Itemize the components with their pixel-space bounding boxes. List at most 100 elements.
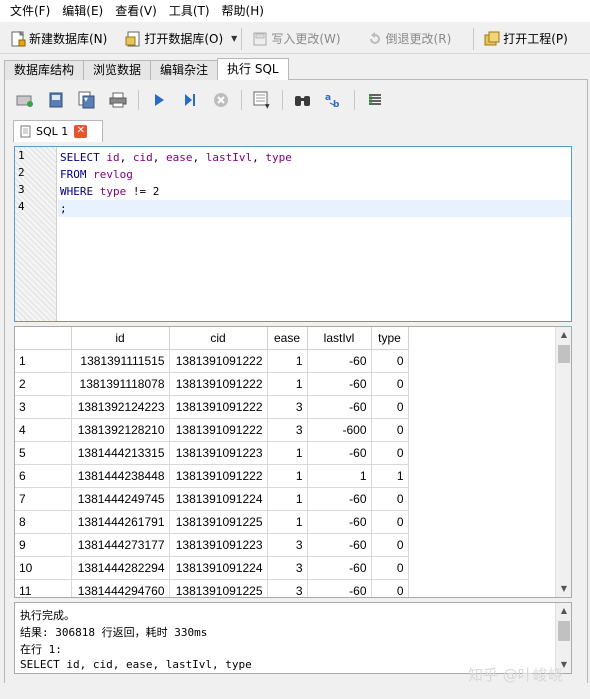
- open-project-button[interactable]: 打开工程(P): [478, 26, 574, 52]
- table-cell[interactable]: 1: [371, 464, 409, 488]
- table-row[interactable]: 10 1381444282294 1381391091224 3 -60 0: [15, 556, 409, 580]
- table-cell[interactable]: 1381444238448: [71, 464, 170, 488]
- new-database-button[interactable]: 新建数据库(N): [4, 26, 113, 52]
- table-cell[interactable]: 1: [267, 372, 308, 396]
- table-row[interactable]: 8 1381444261791 1381391091225 1 -60 0: [15, 510, 409, 534]
- table-cell[interactable]: 1381391091222: [169, 464, 268, 488]
- scroll-up-icon[interactable]: ▲: [556, 327, 571, 343]
- table-cell[interactable]: 0: [371, 349, 409, 373]
- row-header-corner[interactable]: [15, 327, 72, 350]
- row-number[interactable]: 1: [15, 349, 72, 373]
- scrollbar-thumb[interactable]: [558, 621, 570, 641]
- log-scrollbar[interactable]: ▲ ▼: [555, 603, 571, 673]
- table-cell[interactable]: 1: [267, 464, 308, 488]
- open-sql-file-button[interactable]: [45, 89, 67, 111]
- scroll-down-icon[interactable]: ▼: [556, 581, 571, 597]
- find-replace-button[interactable]: ab: [323, 89, 345, 111]
- table-cell[interactable]: 3: [267, 533, 308, 557]
- table-cell[interactable]: -60: [307, 510, 372, 534]
- table-cell[interactable]: 0: [371, 556, 409, 580]
- table-cell[interactable]: 0: [371, 579, 409, 597]
- table-row[interactable]: 6 1381444238448 1381391091222 1 1 1: [15, 464, 409, 488]
- row-number[interactable]: 11: [15, 579, 72, 597]
- table-cell[interactable]: -60: [307, 556, 372, 580]
- row-number[interactable]: 2: [15, 372, 72, 396]
- table-cell[interactable]: 0: [371, 487, 409, 511]
- table-cell[interactable]: 1381391091224: [169, 556, 268, 580]
- close-tab-icon[interactable]: ✕: [74, 125, 88, 138]
- table-cell[interactable]: 0: [371, 441, 409, 465]
- table-row[interactable]: 7 1381444249745 1381391091224 1 -60 0: [15, 487, 409, 511]
- tab-execute-sql[interactable]: 执行 SQL: [217, 58, 289, 80]
- table-cell[interactable]: 1381444261791: [71, 510, 170, 534]
- row-number[interactable]: 6: [15, 464, 72, 488]
- table-cell[interactable]: 1381391111515: [71, 349, 170, 373]
- code-line[interactable]: SELECT id, cid, ease, lastIvl, type: [58, 149, 571, 166]
- row-number[interactable]: 9: [15, 533, 72, 557]
- write-changes-button[interactable]: 写入更改(W): [246, 26, 346, 52]
- results-grid[interactable]: id cid ease lastIvl type 1 1381391111515 13813…: [14, 326, 572, 598]
- table-cell[interactable]: -60: [307, 372, 372, 396]
- table-cell[interactable]: 1381444282294: [71, 556, 170, 580]
- row-number[interactable]: 4: [15, 418, 72, 442]
- scroll-up-icon[interactable]: ▲: [556, 603, 571, 619]
- row-number[interactable]: 5: [15, 441, 72, 465]
- menu-help[interactable]: 帮助(H): [216, 1, 270, 21]
- menu-tools[interactable]: 工具(T): [163, 1, 216, 21]
- table-row[interactable]: 5 1381444213315 1381391091223 1 -60 0: [15, 441, 409, 465]
- row-number[interactable]: 8: [15, 510, 72, 534]
- table-cell[interactable]: 1381444294760: [71, 579, 170, 597]
- table-cell[interactable]: 1381391091223: [169, 441, 268, 465]
- find-button[interactable]: [292, 89, 314, 111]
- table-cell[interactable]: 1381391091225: [169, 579, 268, 597]
- table-row[interactable]: 1 1381391111515 1381391091222 1 -60 0: [15, 349, 409, 373]
- table-cell[interactable]: -60: [307, 395, 372, 419]
- row-number[interactable]: 3: [15, 395, 72, 419]
- table-cell[interactable]: 0: [371, 372, 409, 396]
- table-cell[interactable]: 1381444249745: [71, 487, 170, 511]
- table-cell[interactable]: -60: [307, 441, 372, 465]
- table-cell[interactable]: 3: [267, 395, 308, 419]
- open-database-button[interactable]: 打开数据库(O): [119, 26, 229, 52]
- code-line[interactable]: ;: [58, 200, 571, 217]
- revert-changes-button[interactable]: 倒退更改(R): [361, 26, 458, 52]
- tab-browse-data[interactable]: 浏览数据: [83, 60, 152, 80]
- table-cell[interactable]: 1381444213315: [71, 441, 170, 465]
- table-cell[interactable]: 1381444273177: [71, 533, 170, 557]
- table-cell[interactable]: 1: [267, 349, 308, 373]
- scrollbar-thumb[interactable]: [558, 345, 570, 363]
- table-cell[interactable]: 1381391091224: [169, 487, 268, 511]
- table-cell[interactable]: 1: [267, 510, 308, 534]
- table-cell[interactable]: 1381391118078: [71, 372, 170, 396]
- sql-editor[interactable]: SELECT id, cid, ease, lastIvl, type FROM …: [14, 146, 572, 322]
- table-row[interactable]: 2 1381391118078 1381391091222 1 -60 0: [15, 372, 409, 396]
- row-number[interactable]: 10: [15, 556, 72, 580]
- code-line[interactable]: WHERE type != 2: [58, 183, 571, 200]
- column-header[interactable]: type: [371, 327, 409, 350]
- table-cell[interactable]: 1381391091222: [169, 418, 268, 442]
- column-header[interactable]: id: [71, 327, 170, 350]
- column-header[interactable]: cid: [169, 327, 268, 350]
- table-cell[interactable]: 1: [267, 441, 308, 465]
- table-cell[interactable]: -60: [307, 533, 372, 557]
- table-cell[interactable]: -60: [307, 579, 372, 597]
- execute-all-button[interactable]: [148, 89, 170, 111]
- table-cell[interactable]: 0: [371, 395, 409, 419]
- column-header[interactable]: ease: [267, 327, 308, 350]
- table-cell[interactable]: 1381391091223: [169, 533, 268, 557]
- table-row[interactable]: 3 1381392124223 1381391091222 3 -60 0: [15, 395, 409, 419]
- table-cell[interactable]: 0: [371, 510, 409, 534]
- tab-database-structure[interactable]: 数据库结构: [4, 60, 85, 80]
- table-cell[interactable]: 1: [267, 487, 308, 511]
- save-sql-file-button[interactable]: ▼: [76, 89, 98, 111]
- code-line[interactable]: FROM revlog: [58, 166, 571, 183]
- tab-edit-pragmas[interactable]: 编辑杂注: [150, 60, 219, 80]
- save-results-button[interactable]: ▼: [251, 89, 273, 111]
- table-cell[interactable]: 3: [267, 579, 308, 597]
- row-number[interactable]: 7: [15, 487, 72, 511]
- table-cell[interactable]: -600: [307, 418, 372, 442]
- stop-execution-button[interactable]: [210, 89, 232, 111]
- print-button[interactable]: [107, 89, 129, 111]
- results-scrollbar[interactable]: ▲ ▼: [555, 327, 571, 597]
- menu-file[interactable]: 文件(F): [4, 1, 56, 21]
